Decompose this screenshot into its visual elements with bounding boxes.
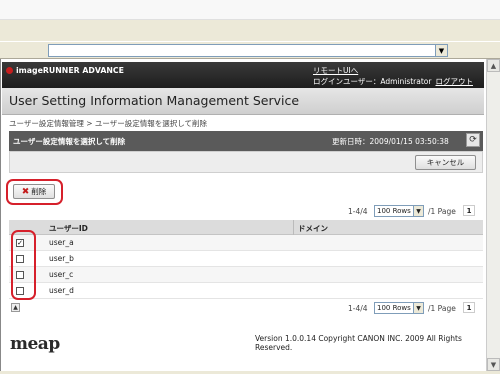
scroll-up-icon[interactable]: ▲ — [487, 59, 500, 72]
rows-per-page-select-top[interactable]: 100 Rows ▼ — [374, 205, 424, 217]
pager-range-top: 1-4/4 — [348, 207, 368, 216]
user-id-cell: user_d — [49, 286, 74, 295]
app-logo: imageRUNNER ADVANCE — [6, 66, 124, 75]
rows-value: 100 Rows — [377, 304, 411, 312]
chevron-down-icon[interactable]: ▼ — [435, 45, 447, 56]
chevron-down-icon[interactable]: ▼ — [413, 206, 423, 216]
highlight-checkboxes — [11, 230, 36, 300]
table-header-row: ユーザーID ドメイン — [9, 220, 483, 235]
rows-value: 100 Rows — [377, 207, 411, 215]
pager-pages-bottom: /1 Page — [428, 304, 456, 313]
page-title: User Setting Information Management Serv… — [9, 93, 300, 108]
brand-dot-icon — [6, 67, 13, 74]
remote-ui-link[interactable]: リモートUIへ — [313, 65, 358, 76]
column-domain: ドメイン — [298, 224, 328, 233]
page-number-top[interactable]: 1 — [463, 205, 475, 216]
column-divider — [293, 220, 294, 235]
delete-label: 削除 — [31, 187, 47, 196]
breadcrumb: ユーザー設定情報管理 > ユーザー設定情報を選択して削除 — [9, 119, 208, 128]
page-number-bottom[interactable]: 1 — [463, 302, 475, 313]
rows-per-page-select-bottom[interactable]: 100 Rows ▼ — [374, 302, 424, 314]
pager-range-bottom: 1-4/4 — [348, 304, 368, 313]
user-table: ユーザーID ドメイン ✓ user_a user_b user_c user_… — [9, 220, 483, 299]
table-row[interactable]: ✓ user_a — [9, 235, 483, 251]
login-user-label: ログインユーザー：Administrator — [313, 77, 432, 86]
login-user-info: ログインユーザー：Administrator ログアウト — [313, 76, 473, 87]
sort-icon[interactable]: ▲ — [11, 303, 20, 312]
logo-text: imageRUNNER ADVANCE — [16, 66, 124, 75]
scroll-down-icon[interactable]: ▼ — [487, 358, 500, 371]
column-user-id: ユーザーID — [49, 224, 88, 233]
delete-button[interactable]: ✖ 削除 — [13, 184, 55, 199]
browser-toolbar — [0, 20, 500, 41]
chevron-down-icon[interactable]: ▼ — [413, 303, 423, 313]
pager-pages-top: /1 Page — [428, 207, 456, 216]
copyright-text: Version 1.0.0.14 Copyright CANON INC. 20… — [255, 334, 462, 352]
delete-x-icon: ✖ — [21, 186, 30, 197]
panel-title: ユーザー設定情報を選択して削除 — [13, 137, 126, 146]
browser-top-area — [0, 0, 500, 20]
user-id-cell: user_a — [49, 238, 74, 247]
updated-timestamp: 更新日時：2009/01/15 03:50:38 — [332, 137, 449, 146]
meap-logo: meap — [10, 334, 60, 354]
cancel-button[interactable]: キャンセル — [415, 155, 476, 170]
vertical-scrollbar[interactable]: ▲ ▼ — [486, 59, 500, 371]
user-id-cell: user_c — [49, 270, 74, 279]
refresh-icon[interactable]: ⟳ — [466, 133, 480, 147]
logout-link[interactable]: ログアウト — [435, 77, 473, 86]
address-dropdown[interactable]: ▼ — [48, 44, 448, 57]
table-row[interactable]: user_b — [9, 251, 483, 267]
panel-body — [9, 151, 483, 173]
table-row[interactable]: user_c — [9, 267, 483, 283]
user-id-cell: user_b — [49, 254, 74, 263]
table-row[interactable]: user_d — [9, 283, 483, 299]
